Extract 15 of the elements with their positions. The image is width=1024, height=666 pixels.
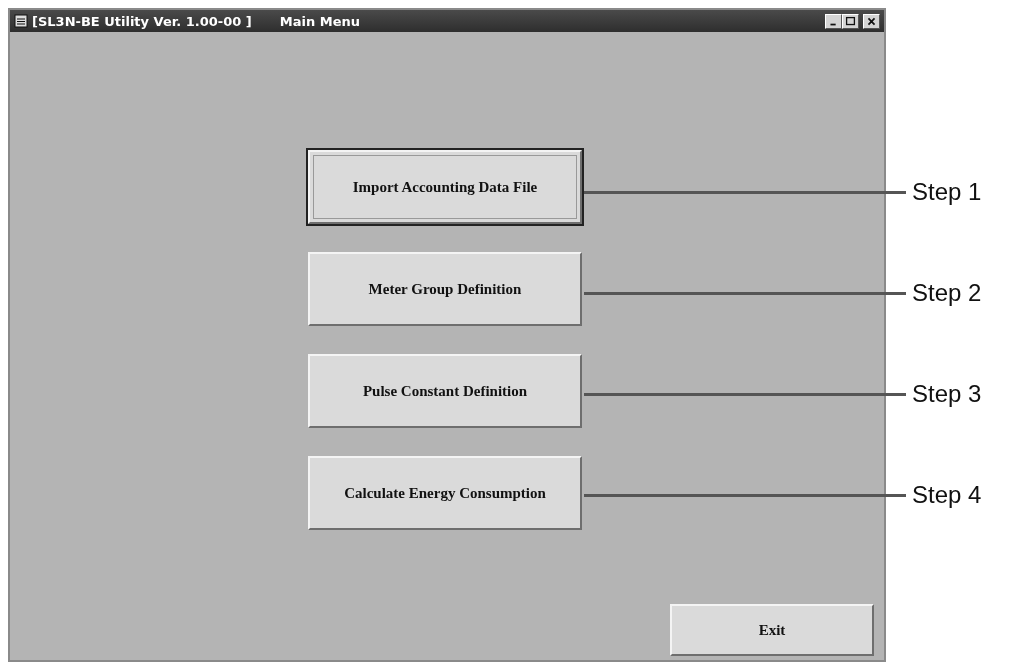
menu-button[interactable]: Calculate Energy Consumption xyxy=(308,456,582,530)
exit-button[interactable]: Exit xyxy=(670,604,874,656)
step-label: Step 1 xyxy=(912,178,982,206)
minimize-icon[interactable] xyxy=(825,13,842,29)
menu-button[interactable]: Pulse Constant Definition xyxy=(308,354,582,428)
maximize-icon[interactable] xyxy=(842,13,859,29)
menu-button[interactable]: Meter Group Definition xyxy=(308,252,582,326)
window-title: [SL3N-BE Utility Ver. 1.00-00 ] xyxy=(32,13,252,29)
menu-button[interactable]: Import Accounting Data File xyxy=(308,150,582,224)
step-label: Step 4 xyxy=(912,481,982,509)
app-menu-icon[interactable] xyxy=(14,14,28,28)
step-label: Step 2 xyxy=(912,279,982,307)
close-icon[interactable] xyxy=(863,13,880,29)
window-subtitle: Main Menu xyxy=(279,13,360,29)
step-label: Step 3 xyxy=(912,380,982,408)
